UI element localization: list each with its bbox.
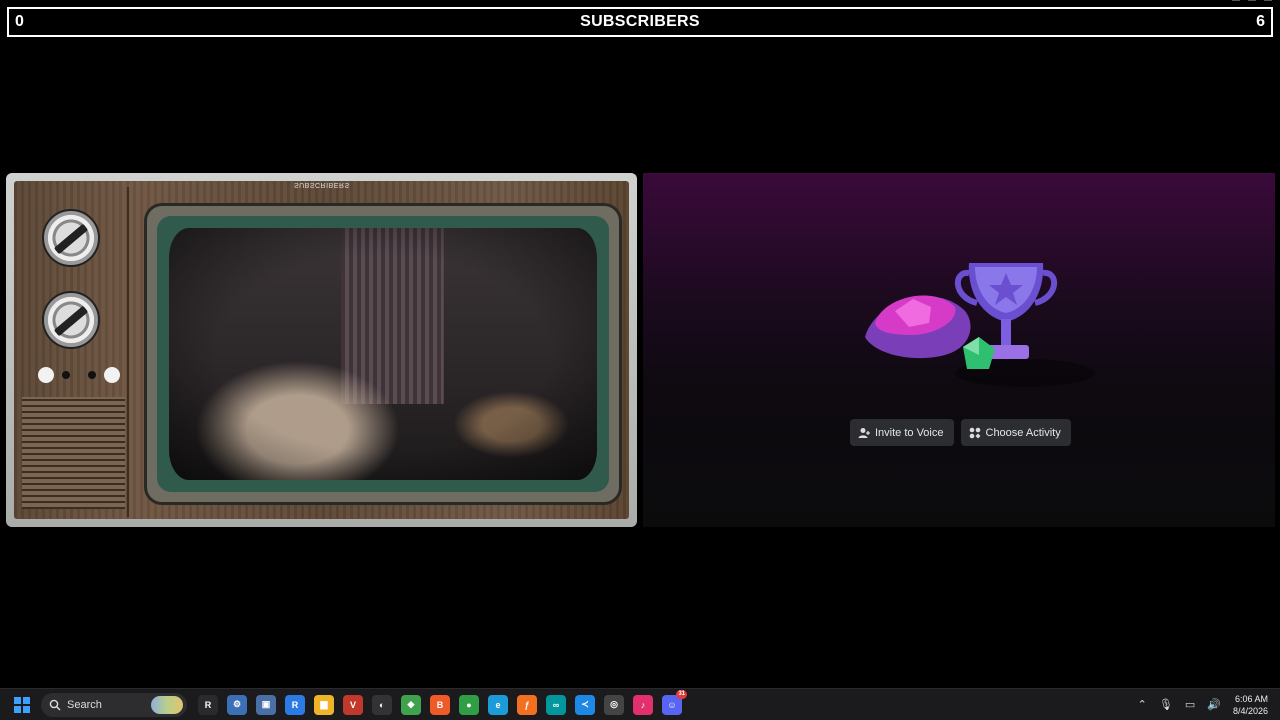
subscriber-title: SUBSCRIBERS [580,13,700,30]
activity-label: Choose Activity [985,426,1061,439]
webcam-feed [169,228,597,480]
speaker-icon[interactable]: 🔊 [1207,698,1221,711]
tiktok-icon[interactable]: ♪ [633,694,653,715]
subscriber-counter-bar: 0 SUBSCRIBERS 6 [7,7,1273,37]
start-button[interactable] [11,694,33,716]
invite-label: Invite to Voice [875,426,944,439]
close-icon[interactable] [1264,0,1272,6]
pinned-apps: R ⚙ ▣ R ▆ V ◐ ◆ B ● e ƒ ∞ ≺ ◎ ♪ ☺ 31 [198,689,687,715]
rapid-icon[interactable]: R [285,694,305,715]
tv-control-panel [14,187,129,517]
tv-cabinet: SUBSCRIBERS [14,181,629,519]
chevron-up-icon[interactable]: ⌃ [1138,698,1147,711]
chrome-icon[interactable]: ● [459,694,479,715]
obs-icon[interactable]: ◐ [372,694,392,715]
speaker-grille [22,397,125,509]
invite-to-voice-button[interactable]: Invite to Voice [850,419,954,446]
remote-icon[interactable]: ▣ [256,694,276,715]
search-placeholder: Search [67,698,102,711]
voicemod-icon[interactable]: V [343,694,363,715]
retro-tv-frame: SUBSCRIBERS [6,173,637,527]
clock-date: 8/4/2026 [1232,705,1268,716]
windows-taskbar: Search R ⚙ ▣ R ▆ V ◐ ◆ B ● e ƒ ∞ ≺ ◎ ♪ ☺ 31 ⌃ 🎙 ▭ 🔊 6:06 … [0,688,1280,720]
notification-badge: 31 [676,689,687,699]
clock-time: 6:06 AM [1234,693,1268,704]
indicator-dot [88,371,96,379]
vscode-icon[interactable]: ≺ [575,694,595,715]
discord-icon[interactable]: ☺ 31 [662,689,687,715]
voice-channel-panel: Invite to Voice Choose Activity [643,173,1275,527]
maximize-icon[interactable] [1248,0,1256,6]
tv-mirrored-label: SUBSCRIBERS [294,181,350,188]
microphone-icon[interactable]: 🎙 [1159,698,1173,711]
stream-layout: 0 SUBSCRIBERS 6 SUBSCRIBERS Invite to Vo… [0,0,1280,720]
add-person-icon [858,427,870,438]
steam-icon[interactable]: ◎ [604,694,624,715]
brave-icon[interactable]: B [430,694,450,715]
resolve-icon[interactable]: R [198,694,218,715]
uhf-dial-icon [42,291,100,349]
stage-actions: Invite to Voice Choose Activity [850,419,1071,446]
tv-bezel [144,203,622,505]
indicator-dot [62,371,70,379]
edge-icon[interactable]: e [488,694,508,715]
activity-grid-icon [969,427,980,438]
volume-knob-icon [38,367,54,383]
minimize-icon[interactable] [1232,0,1240,6]
right-count: 6 [1256,13,1265,30]
contrast-knob-icon [104,367,120,383]
taskbar-search[interactable]: Search [41,692,187,717]
folder-icon[interactable]: ▆ [314,694,334,715]
firefox-icon[interactable]: ƒ [517,694,537,715]
network-icon[interactable]: ⚙ [227,694,247,715]
channel-dial-icon [42,209,100,267]
search-icon [49,699,61,710]
search-highlight-icon [151,695,183,714]
trophy-illustration-icon [865,263,1095,387]
left-count: 0 [15,13,24,30]
choose-activity-button[interactable]: Choose Activity [960,419,1071,446]
vpn-icon[interactable]: ◆ [401,694,421,715]
system-tray: ⌃ 🎙 ▭ 🔊 6:06 AM 8/4/2026 [1138,693,1268,717]
clock[interactable]: 6:06 AM 8/4/2026 [1233,693,1268,717]
arduino-icon[interactable]: ∞ [546,694,566,715]
network-status-icon[interactable]: ▭ [1185,698,1195,711]
